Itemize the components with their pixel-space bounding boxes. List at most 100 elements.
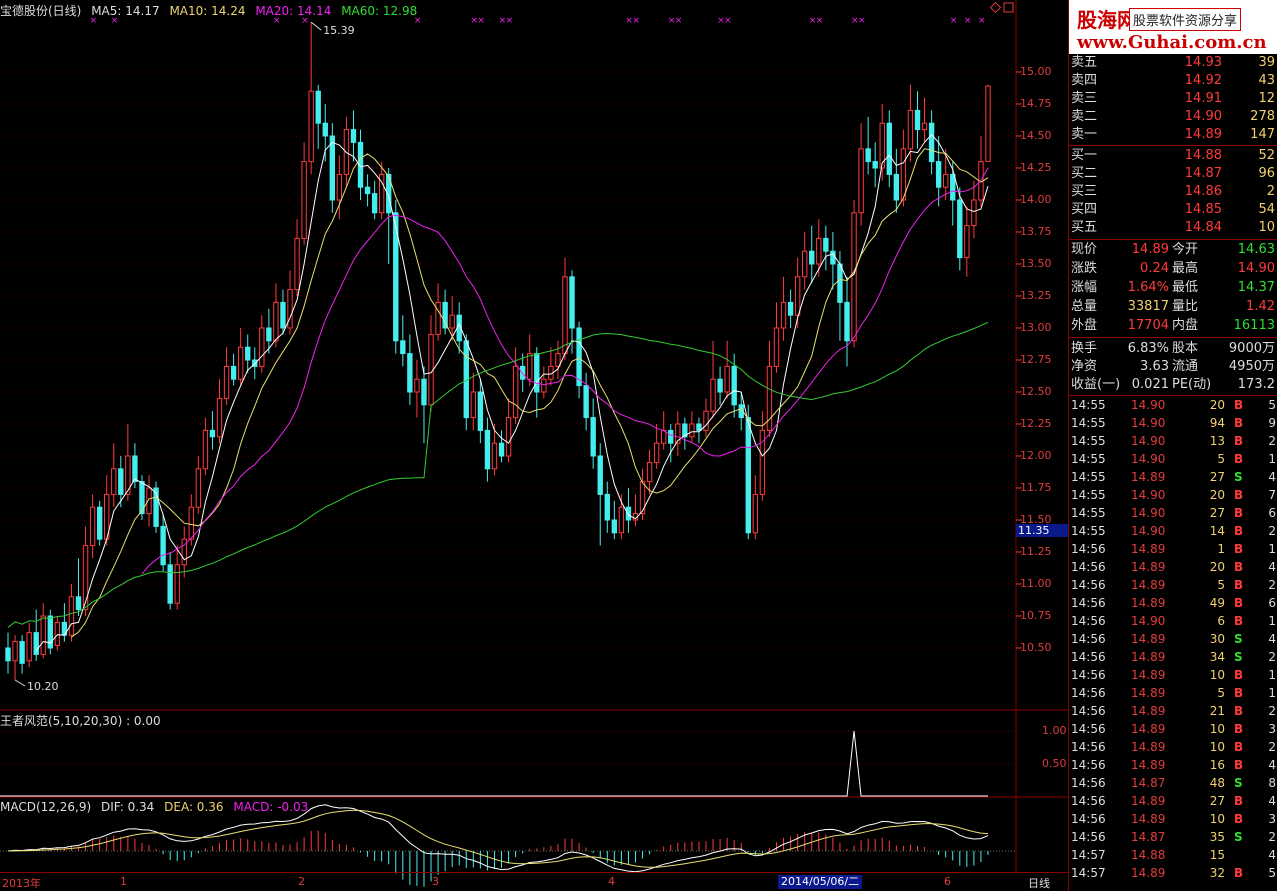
candle-body	[823, 237, 829, 252]
candle-body	[336, 173, 343, 201]
tick-volume: 20	[1209, 488, 1225, 502]
tick-side: B	[1234, 560, 1244, 574]
tick-count: 7	[1268, 488, 1276, 502]
tick-count: 1	[1268, 452, 1276, 466]
candle-body	[893, 173, 900, 201]
stat-value: 4950万	[1228, 359, 1275, 374]
tick-side: B	[1234, 452, 1244, 466]
logo-name: 股海网	[1077, 8, 1137, 32]
tick-side: B	[1234, 506, 1244, 520]
stat-row: 净资 3.63 流通 4950万	[1069, 357, 1277, 376]
candle-body	[89, 506, 96, 547]
candle-body	[583, 385, 589, 419]
stat-label: 最高	[1172, 261, 1199, 276]
order-label: 卖二	[1071, 109, 1098, 124]
tick-side: S	[1234, 776, 1243, 790]
tick-volume: 1	[1217, 542, 1225, 556]
candle-body	[322, 122, 328, 137]
tick-price: 14.90	[1131, 614, 1166, 628]
candle-body	[400, 340, 406, 355]
candle-body	[512, 365, 519, 419]
price-axis-label: 11.75	[1020, 481, 1052, 494]
candle-body	[237, 346, 244, 380]
tick-count: 6	[1268, 596, 1276, 610]
order-price: 14.85	[1184, 202, 1222, 217]
candle-body	[653, 442, 660, 463]
tick-side: B	[1234, 524, 1244, 538]
order-label: 卖三	[1071, 91, 1098, 106]
tick-price: 14.89	[1131, 758, 1166, 772]
tick-volume: 5	[1217, 578, 1225, 592]
tick-row: 14:56 14.89 27 B 4	[1069, 792, 1277, 810]
period-label[interactable]: 日线	[1028, 875, 1050, 891]
candle-body	[33, 632, 39, 655]
signal-mark: ×	[477, 16, 485, 26]
tick-side: B	[1234, 686, 1244, 700]
candle-body	[435, 301, 441, 335]
tick-volume: 34	[1209, 650, 1225, 664]
price-axis-label: 13.00	[1020, 321, 1052, 334]
stat-value: 9000万	[1228, 341, 1275, 356]
kline-svg[interactable]: 15.3910.20× × × × × × × × × × × × × × × × × × × × × ×	[0, 0, 1068, 891]
tick-time: 14:56	[1071, 740, 1106, 754]
ma-legend: 宝德股份(日线) MA5: 14.17 MA10: 14.24 MA20: 14…	[0, 2, 423, 18]
order-label: 卖一	[1071, 127, 1098, 142]
high-price-label: 15.39	[323, 24, 355, 37]
price-axis-label: 12.75	[1020, 353, 1052, 366]
order-volume: 10	[1258, 220, 1275, 235]
wzff-legend: 王者风范(5,10,20,30) : 0.00	[0, 712, 167, 729]
tick-price: 14.87	[1131, 830, 1166, 844]
candle-body	[329, 135, 336, 201]
tick-volume: 30	[1209, 632, 1225, 646]
sell-order-row: 卖四 14.92 43	[1069, 72, 1277, 90]
tick-time: 14:57	[1071, 866, 1106, 880]
candle-body	[858, 148, 864, 214]
price-axis-label: 11.50	[1020, 513, 1052, 526]
divider	[1069, 239, 1277, 240]
tick-volume: 94	[1209, 416, 1225, 430]
tick-side: B	[1234, 434, 1244, 448]
buy-order-row: 买三 14.86 2	[1069, 183, 1277, 201]
candle-body	[689, 423, 695, 438]
divider	[1069, 337, 1277, 338]
tick-side: B	[1234, 668, 1244, 682]
divider	[1069, 395, 1277, 396]
candle-body	[668, 429, 674, 444]
sell-order-row: 卖一 14.89 147	[1069, 126, 1277, 144]
stat-label: 流通	[1172, 359, 1199, 374]
logo-slogan: 股票软件资源分享	[1129, 8, 1242, 31]
stat-value: 6.83%	[1127, 341, 1169, 356]
tick-count: 2	[1268, 830, 1276, 844]
order-label: 卖四	[1071, 73, 1098, 88]
tick-volume: 10	[1209, 812, 1225, 826]
signal-mark: ×	[675, 16, 683, 26]
stat-value: 33817	[1127, 299, 1169, 314]
candle-body	[935, 161, 942, 188]
price-axis-label: 14.50	[1020, 129, 1052, 142]
candle-body	[195, 468, 202, 508]
kline-chart-area[interactable]: 15.39 10.20 × × × × × × × × × × × × × × × × × × × × × × 宝德股份(日线…	[0, 0, 1068, 891]
candle-body	[167, 564, 173, 604]
candle-body	[696, 423, 702, 431]
tick-price: 14.89	[1131, 794, 1166, 808]
candle-body	[449, 314, 455, 329]
tick-count: 3	[1268, 722, 1276, 736]
stat-label: 量比	[1172, 299, 1199, 314]
candle-body	[914, 109, 921, 131]
candle-body	[794, 276, 801, 316]
tick-time: 14:55	[1071, 416, 1106, 430]
candle-body	[132, 455, 138, 483]
candle-body	[301, 161, 307, 239]
candle-body	[5, 647, 11, 662]
price-axis-label: 11.25	[1020, 545, 1052, 558]
logo-url: www.Guhai.com.cn	[1077, 32, 1267, 53]
stat-label: 涨跌	[1071, 261, 1098, 276]
ma20-label: MA20: 14.14	[255, 4, 332, 18]
candle-body	[12, 641, 18, 662]
candle-body	[245, 346, 251, 361]
tick-time: 14:56	[1071, 614, 1106, 628]
tick-time: 14:56	[1071, 704, 1106, 718]
candle-body	[865, 148, 871, 163]
order-volume: 43	[1258, 73, 1275, 88]
tick-time: 14:55	[1071, 470, 1106, 484]
